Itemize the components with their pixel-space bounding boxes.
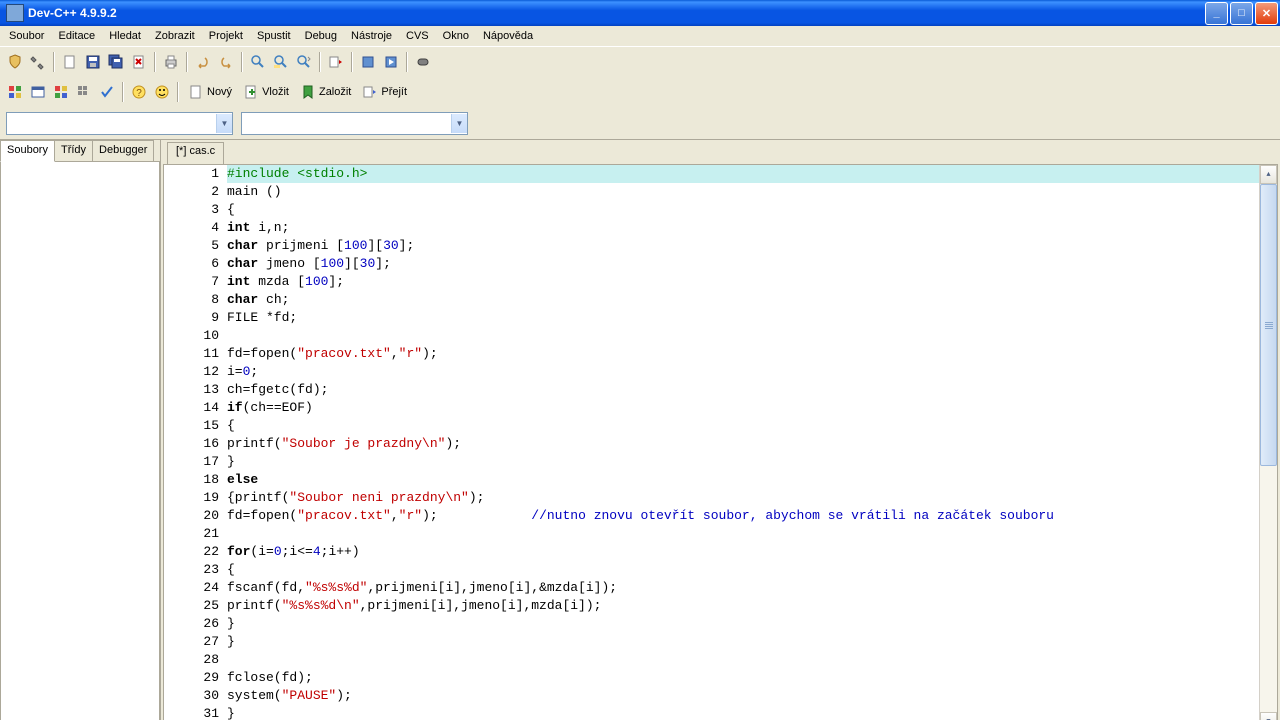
save-icon[interactable] bbox=[82, 51, 104, 73]
menu-soubor[interactable]: Soubor bbox=[2, 28, 51, 44]
scroll-up-button[interactable]: ▲ bbox=[1260, 165, 1277, 184]
minimize-button[interactable]: _ bbox=[1205, 2, 1228, 25]
goto-label: Přejít bbox=[381, 86, 407, 98]
scroll-down-button[interactable]: ▼ bbox=[1260, 712, 1277, 720]
menu-hledat[interactable]: Hledat bbox=[102, 28, 148, 44]
side-panel: SouboryTřídyDebugger bbox=[0, 140, 161, 720]
new-file-icon[interactable] bbox=[59, 51, 81, 73]
bookmark-button[interactable]: Založit bbox=[295, 81, 356, 103]
class-combo[interactable]: ▼ bbox=[6, 112, 233, 135]
find-next-icon[interactable] bbox=[293, 51, 315, 73]
help-icon[interactable]: ? bbox=[128, 81, 150, 103]
undo-icon[interactable] bbox=[192, 51, 214, 73]
print-icon[interactable] bbox=[160, 51, 182, 73]
toolbar-main bbox=[0, 47, 1280, 77]
menu-nápověda[interactable]: Nápověda bbox=[476, 28, 540, 44]
insert-label: Vložit bbox=[262, 86, 289, 98]
menu-okno[interactable]: Okno bbox=[436, 28, 476, 44]
bookmark-label: Založit bbox=[319, 86, 351, 98]
menu-spustit[interactable]: Spustit bbox=[250, 28, 298, 44]
menu-bar: SouborEditaceHledatZobrazitProjektSpusti… bbox=[0, 26, 1280, 47]
grid1-icon[interactable] bbox=[4, 81, 26, 103]
line-gutter: 1234567891011121314151617181920212223242… bbox=[164, 165, 225, 720]
goto-icon[interactable] bbox=[325, 51, 347, 73]
editor-tabs: [*] cas.c bbox=[161, 140, 1280, 164]
save-all-icon[interactable] bbox=[105, 51, 127, 73]
side-content[interactable] bbox=[0, 161, 160, 720]
find-icon[interactable] bbox=[247, 51, 269, 73]
app-icon bbox=[6, 4, 24, 22]
replace-icon[interactable] bbox=[270, 51, 292, 73]
window-icon[interactable] bbox=[27, 81, 49, 103]
code-area[interactable]: #include <stdio.h>main (){int i,n;char p… bbox=[225, 165, 1259, 720]
editor-area: [*] cas.c 123456789101112131415161718192… bbox=[161, 140, 1280, 720]
menu-debug[interactable]: Debug bbox=[298, 28, 344, 44]
code-editor[interactable]: 1234567891011121314151617181920212223242… bbox=[163, 164, 1278, 720]
vertical-scrollbar[interactable]: ▲ ▼ bbox=[1259, 165, 1277, 720]
sidetab-soubory[interactable]: Soubory bbox=[0, 140, 55, 162]
close-button[interactable]: ✕ bbox=[1255, 2, 1278, 25]
goto-button[interactable]: Přejít bbox=[357, 81, 412, 103]
check-icon[interactable] bbox=[96, 81, 118, 103]
title-bar: Dev-C++ 4.9.9.2 _ □ ✕ bbox=[0, 0, 1280, 26]
combo-bar: ▼ ▼ bbox=[0, 107, 1280, 139]
toolbar-insert: ? Nový Vložit Založit Přejít bbox=[0, 77, 1280, 107]
grid2-icon[interactable] bbox=[50, 81, 72, 103]
close-file-icon[interactable] bbox=[128, 51, 150, 73]
run-icon[interactable] bbox=[380, 51, 402, 73]
sidetab-třídy[interactable]: Třídy bbox=[54, 140, 93, 162]
smiley-icon[interactable] bbox=[151, 81, 173, 103]
new-label: Nový bbox=[207, 86, 232, 98]
menu-cvs[interactable]: CVS bbox=[399, 28, 436, 44]
menu-nástroje[interactable]: Nástroje bbox=[344, 28, 399, 44]
window-title: Dev-C++ 4.9.9.2 bbox=[28, 6, 1205, 20]
debug-icon[interactable] bbox=[412, 51, 434, 73]
side-tabs: SouboryTřídyDebugger bbox=[0, 140, 160, 162]
insert-button[interactable]: Vložit bbox=[238, 81, 294, 103]
maximize-button[interactable]: □ bbox=[1230, 2, 1253, 25]
compile-icon[interactable] bbox=[357, 51, 379, 73]
scroll-thumb[interactable] bbox=[1260, 184, 1277, 466]
redo-icon[interactable] bbox=[215, 51, 237, 73]
menu-editace[interactable]: Editace bbox=[51, 28, 102, 44]
function-combo[interactable]: ▼ bbox=[241, 112, 468, 135]
shield-icon[interactable] bbox=[4, 51, 26, 73]
grid3-icon[interactable] bbox=[73, 81, 95, 103]
menu-projekt[interactable]: Projekt bbox=[202, 28, 250, 44]
scroll-track[interactable] bbox=[1260, 184, 1277, 712]
editor-tab[interactable]: [*] cas.c bbox=[167, 142, 224, 164]
tools-icon[interactable] bbox=[27, 51, 49, 73]
sidetab-debugger[interactable]: Debugger bbox=[92, 140, 154, 162]
new-button[interactable]: Nový bbox=[183, 81, 237, 103]
svg-text:?: ? bbox=[136, 88, 142, 99]
menu-zobrazit[interactable]: Zobrazit bbox=[148, 28, 202, 44]
